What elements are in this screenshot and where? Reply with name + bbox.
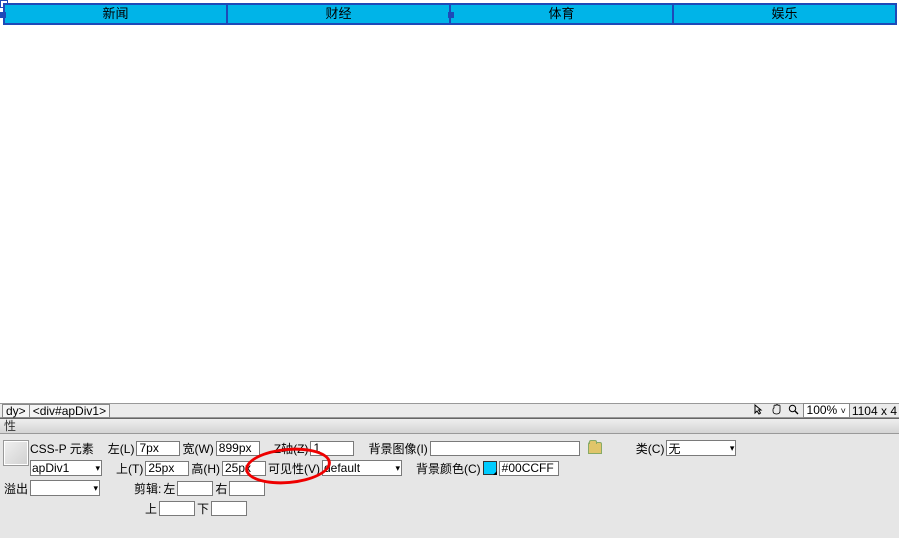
label-height: 高(H) (191, 460, 220, 477)
input-top[interactable]: 25px (145, 461, 189, 476)
label-top: 上(T) (116, 460, 143, 477)
crumb-body[interactable]: dy> (2, 404, 30, 418)
canvas-dimensions: 1104 x 4 (852, 404, 897, 418)
label-class: 类(C) (636, 440, 665, 457)
nav-item-entertainment[interactable]: 娱乐 (672, 5, 895, 23)
row-id: apDiv1 ▾ 上(T) 25px 高(H) 25px 可见性(V) defa… (30, 458, 897, 478)
selection-handle-mid-left[interactable] (0, 12, 6, 18)
folder-icon[interactable] (588, 442, 602, 454)
hand-icon[interactable] (769, 404, 784, 418)
select-visibility[interactable]: default ▾ (322, 460, 402, 476)
label-zindex: Z轴(Z) (274, 440, 309, 457)
label-overflow: 溢出 (4, 480, 28, 497)
crumb-apdiv1[interactable]: <div#apDiv1> (29, 404, 110, 418)
element-icon (3, 440, 29, 466)
visibility-value: default (324, 461, 360, 475)
label-left: 左(L) (108, 440, 135, 457)
label-clip-t: 上 (145, 500, 157, 517)
row-clip2: 上 下 (4, 498, 897, 518)
input-height[interactable]: 25px (222, 461, 266, 476)
design-canvas[interactable]: 新闻 财经 体育 娱乐 (0, 0, 899, 403)
input-bgcolor[interactable]: #00CCFF (499, 461, 559, 476)
label-clip-r: 右 (215, 480, 227, 497)
select-id[interactable]: apDiv1 ▾ (30, 460, 102, 476)
view-tools: 100% ˅ 1104 x 4 (752, 403, 897, 418)
label-clip: 剪辑: (134, 480, 161, 497)
zoom-value: 100% (807, 403, 838, 417)
tag-selector-bar: dy> <div#apDiv1> 100% ˅ 1104 x 4 (0, 403, 899, 418)
select-class[interactable]: 无 ▾ (666, 440, 736, 456)
input-width[interactable]: 899px (216, 441, 260, 456)
nav-item-finance[interactable]: 财经 (226, 5, 449, 23)
breadcrumb[interactable]: dy> <div#apDiv1> (2, 404, 110, 418)
chevron-down-icon: ▾ (395, 463, 400, 474)
properties-panel-title[interactable]: 性 (0, 419, 899, 434)
label-width: 宽(W) (182, 440, 213, 457)
zoom-select[interactable]: 100% ˅ (803, 403, 850, 418)
input-left[interactable]: 7px (136, 441, 180, 456)
chevron-down-icon: ▾ (730, 443, 735, 454)
selection-handle-mid-center[interactable] (448, 12, 454, 18)
nav-item-news[interactable]: 新闻 (5, 5, 226, 23)
zoom-icon[interactable] (786, 404, 801, 418)
id-value: apDiv1 (32, 461, 69, 475)
input-clip-l[interactable] (177, 481, 213, 496)
class-value: 无 (668, 440, 680, 457)
input-bgimage[interactable] (430, 441, 580, 456)
select-overflow[interactable]: ▾ (30, 480, 100, 496)
label-cssp: CSS-P 元素 (30, 440, 94, 457)
chevron-down-icon: ▾ (93, 483, 98, 494)
input-clip-r[interactable] (229, 481, 265, 496)
input-zindex[interactable]: 1 (310, 441, 354, 456)
chevron-down-icon: ˅ (841, 406, 846, 416)
row-overflow: 溢出 ▾ 剪辑: 左 右 (4, 478, 897, 498)
input-clip-t[interactable] (159, 501, 195, 516)
label-visibility: 可见性(V) (268, 460, 320, 477)
row-cssp: CSS-P 元素 左(L) 7px 宽(W) 899px Z轴(Z) 1 背景图… (30, 438, 897, 458)
bgcolor-swatch[interactable] (483, 461, 497, 475)
chevron-down-icon: ▾ (95, 463, 100, 474)
nav-item-sports[interactable]: 体育 (449, 5, 672, 23)
input-clip-b[interactable] (211, 501, 247, 516)
label-clip-b: 下 (197, 500, 209, 517)
label-bgimage: 背景图像(I) (368, 440, 427, 457)
pointer-icon[interactable] (752, 404, 767, 418)
label-bgcolor: 背景颜色(C) (416, 460, 481, 477)
properties-panel: 性 CSS-P 元素 左(L) 7px 宽(W) 899px Z轴(Z) 1 背… (0, 418, 899, 538)
label-clip-l: 左 (163, 480, 175, 497)
